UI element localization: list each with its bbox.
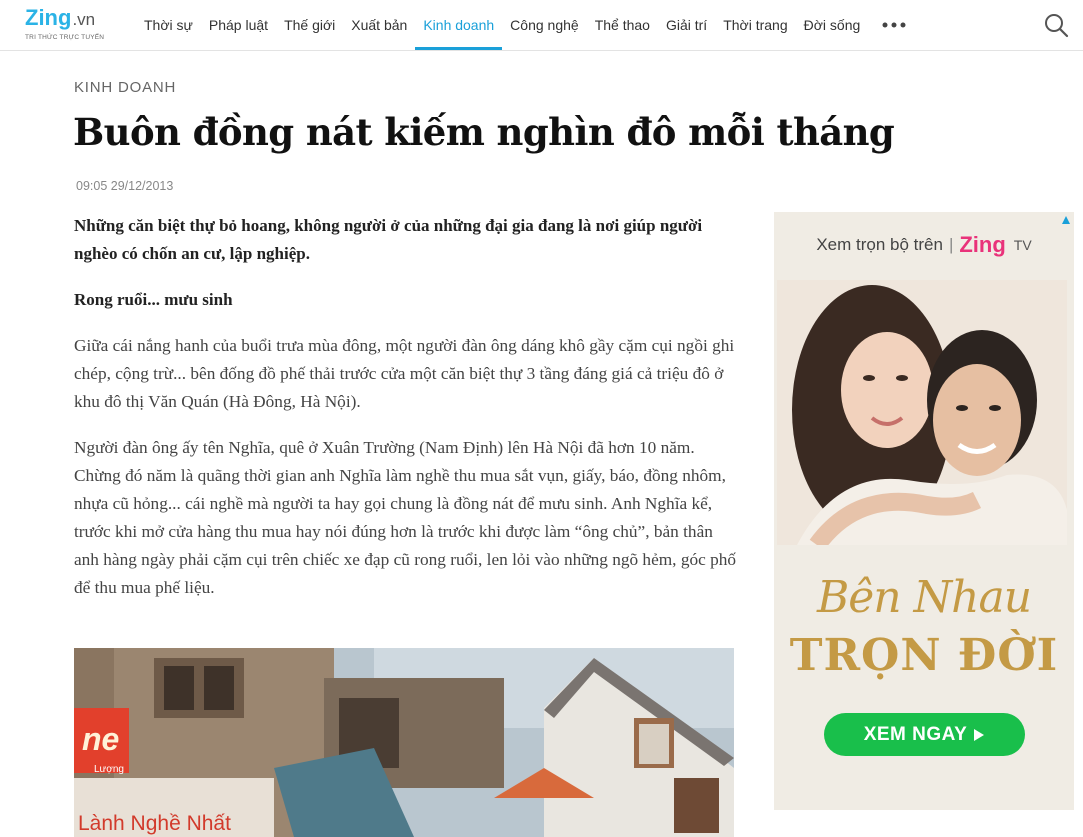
ad-brand-logo: Zing [959, 232, 1006, 257]
article-category[interactable]: KINH DOANH [74, 79, 176, 96]
article-subheading: Rong ruổi... mưu sinh [74, 290, 233, 309]
watch-now-button[interactable]: XEM NGAY [824, 713, 1025, 756]
article-paragraph-2: Người đàn ông ấy tên Nghĩa, quê ở Xuân T… [74, 438, 737, 597]
nav-item-xuat-ban[interactable]: Xuất bản [343, 0, 415, 50]
logo-tagline: TRI THỨC TRỰC TUYẾN [25, 34, 105, 41]
photo-sign-1-sub: Lượng [94, 764, 124, 775]
main-nav: Thời sự Pháp luật Thế giới Xuất bản Kinh… [136, 0, 914, 50]
ellipsis-icon [882, 22, 906, 28]
site-header: Zing .vn TRI THỨC TRỰC TUYẾN Thời sự Phá… [0, 0, 1083, 51]
search-icon[interactable] [1043, 12, 1069, 38]
more-button[interactable] [874, 0, 914, 50]
article-paragraph-1: Giữa cái nắng hanh của buổi trưa mùa đôn… [74, 336, 735, 411]
sidebar-ad[interactable]: Xem trọn bộ trên | Zing TV Bên Nhau TRỌN… [774, 212, 1074, 810]
ad-heading: Xem trọn bộ trên | Zing TV [774, 232, 1074, 258]
nav-item-doi-song[interactable]: Đời sống [796, 0, 869, 50]
ad-brand-suffix: TV [1013, 237, 1032, 253]
nav-item-the-thao[interactable]: Thể thao [587, 0, 658, 50]
nav-item-phap-luat[interactable]: Pháp luật [201, 0, 276, 50]
logo-suffix: .vn [72, 10, 96, 29]
article-body: Những căn biệt thự bỏ hoang, không người… [74, 212, 738, 620]
play-icon [974, 728, 985, 741]
ad-big-title: TRỌN ĐỜI [789, 630, 1059, 681]
watch-now-label: XEM NGAY [863, 723, 968, 745]
article-photo-scene: ne Lượng Lành Nghề Nhất [74, 648, 734, 837]
nav-item-cong-nghe[interactable]: Công nghệ [502, 0, 587, 50]
photo-sign-1: ne [82, 721, 119, 757]
article-title: Buôn đồng nát kiếm nghìn đô mỗi tháng [73, 110, 895, 154]
site-logo[interactable]: Zing .vn TRI THỨC TRỰC TUYẾN [25, 6, 113, 46]
nav-item-kinh-doanh[interactable]: Kinh doanh [415, 0, 503, 50]
ad-heading-divider: | [948, 235, 954, 254]
ad-script-title: Bên Nhau [816, 572, 1032, 623]
ad-heading-prefix: Xem trọn bộ trên [816, 235, 943, 254]
article-datetime: 09:05 29/12/2013 [76, 179, 174, 193]
photo-sign-2: Lành Nghề Nhất [78, 812, 231, 835]
nav-item-thoi-su[interactable]: Thời sự [136, 0, 201, 50]
nav-item-thoi-trang[interactable]: Thời trang [715, 0, 795, 50]
nav-item-giai-tri[interactable]: Giải trí [658, 0, 715, 50]
ad-couple-photo [777, 280, 1067, 545]
logo-text: Zing [25, 5, 72, 30]
article-lead: Những căn biệt thự bỏ hoang, không người… [74, 216, 703, 263]
article-photo: ne Lượng Lành Nghề Nhất [74, 648, 734, 837]
adchoices-icon[interactable] [1060, 214, 1072, 226]
nav-item-the-gioi[interactable]: Thế giới [276, 0, 343, 50]
